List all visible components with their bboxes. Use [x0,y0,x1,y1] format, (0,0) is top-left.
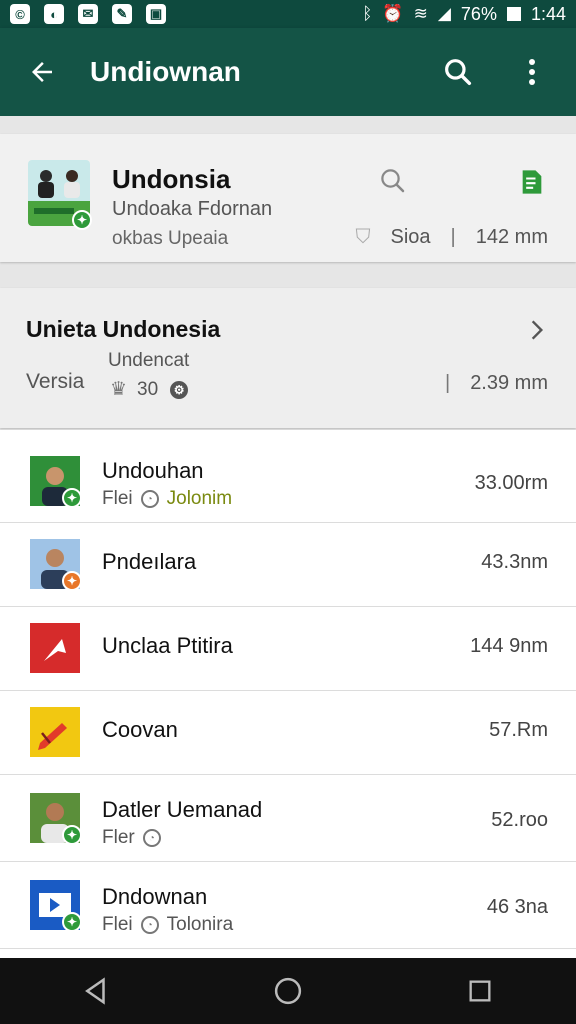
circle-home-icon [274,977,302,1005]
list-item[interactable]: ✦ Dndownan Flei ◔ Tolonira 46 3na [0,862,576,949]
item-sub-prefix: Flei [102,488,133,509]
item-title: Dndownan [102,884,208,909]
pencil-app-icon [30,707,80,757]
app-bar: Undiownan [0,28,576,116]
item-size: 33.00rm [474,472,548,494]
verified-badge-icon: ✦ [72,210,92,230]
battery-percent: 76% [460,3,497,24]
clock-icon: ◔ [142,829,161,847]
verified-badge-icon: ✦ [62,488,82,508]
version-label: Versia [26,370,85,393]
nav-back-button[interactable] [76,971,116,1011]
featured-app-title: Undonsia [112,164,231,194]
square-recents-icon [469,980,491,1002]
item-title: Pndeılara [102,549,197,574]
notification-icon: © [10,4,30,24]
card-document-button[interactable] [518,168,546,201]
system-nav-bar [0,958,576,1024]
item-size: 144 9nm [470,635,548,657]
item-thumbnail [30,707,80,757]
featured-app-card[interactable]: ✦ Undonsia Undoaka Fdornan okbas Upeaia … [0,134,576,262]
section-title: Unieta Undonesia [26,316,221,342]
item-sub-label: Tolonira [166,914,234,935]
bluetooth-icon: ᛒ [362,4,373,23]
clock-icon: ◔ [140,490,159,508]
featured-app-meta: Sioa [390,226,431,248]
verified-badge-icon: ✦ [62,912,82,932]
search-icon [381,169,405,193]
status-bar: © ◐ ✉ ✎ ▣ ᛒ ⏰ ≋ ◢ 76% 1:44 [0,0,576,28]
header-area: ✦ Undonsia Undoaka Fdornan okbas Upeaia … [0,116,576,430]
image-notification-icon: ▣ [146,4,166,24]
item-size: 43.3nm [481,551,548,573]
clock-icon: ◔ [140,916,159,934]
item-title: Undouhan [102,458,204,483]
separator: | [444,372,451,394]
clock: 1:44 [530,3,566,24]
section-expand-button[interactable] [524,316,550,349]
crown-icon: ♛ [110,379,128,400]
app-thumbnail: ✦ [28,160,92,230]
item-title: Unclaa Ptitira [102,633,233,658]
item-sub-prefix: Flei [102,914,133,935]
item-sub-prefix: Fler [102,827,135,848]
item-thumbnail: ✦ [30,880,82,932]
triangle-back-icon [85,977,105,1005]
edit-notification-icon: ✎ [112,4,132,24]
item-thumbnail: ✦ [30,539,82,591]
more-options-button[interactable] [512,52,552,92]
back-button[interactable] [22,52,62,92]
separator: | [450,226,456,248]
wifi-icon: ≋ [413,4,428,23]
featured-app-subtitle: Undoaka Fdornan [112,198,273,220]
item-size: 52.roo [491,809,548,831]
featured-app-size: 142 mm [475,226,548,248]
nav-recents-button[interactable] [460,971,500,1011]
list-item[interactable]: ✦ Undouhan Flei ◔ Jolonim 33.00rm [0,430,576,523]
arrow-left-icon [32,62,52,82]
chevron-right-icon [531,320,544,340]
list-item[interactable]: ✦ Datler Uemanad Fler ◔ 52.roo [0,775,576,862]
item-sub-label: Jolonim [166,488,233,509]
item-thumbnail [30,623,80,673]
page-title: Undiownan [90,56,241,87]
card-search-button[interactable] [378,166,408,201]
battery-icon [506,7,521,21]
section-size: 2.39 mm [470,372,548,394]
red-app-icon [30,623,80,673]
item-thumbnail: ✦ [30,793,82,845]
version-count: 30 [137,378,159,400]
search-button[interactable] [438,52,478,92]
message-notification-icon: ✉ [78,4,98,24]
shield-icon: ⛉ [355,226,371,248]
search-icon [445,59,472,86]
item-thumbnail: ✦ [30,456,82,508]
alarm-icon: ⏰ [382,4,404,23]
list-item[interactable]: Coovan 57.Rm [0,691,576,775]
item-size: 46 3na [486,896,548,918]
featured-app-subtitle-2: okbas Upeaia [112,228,229,249]
section-subtitle: Undencat [108,350,190,371]
list-item[interactable]: ✦ Pndeılara 43.3nm [0,523,576,607]
app-notification-icon: ◐ [44,4,64,24]
signal-icon: ◢ [437,4,451,23]
download-list: ✦ Undouhan Flei ◔ Jolonim 33.00rm ✦ Pnde… [0,430,576,949]
verified-badge-icon: ✦ [62,825,82,845]
document-icon [522,170,542,194]
more-vert-icon [529,59,535,85]
settings-badge-icon: ⚙ [168,378,191,401]
nav-home-button[interactable] [268,971,308,1011]
section-card[interactable]: Unieta Undonesia Undencat Versia ♛ 30 ⚙ … [0,288,576,428]
item-title: Datler Uemanad [102,797,263,822]
list-item[interactable]: Unclaa Ptitira 144 9nm [0,607,576,691]
item-size: 57.Rm [489,719,548,741]
item-title: Coovan [102,717,178,742]
badge-icon: ✦ [62,571,82,591]
